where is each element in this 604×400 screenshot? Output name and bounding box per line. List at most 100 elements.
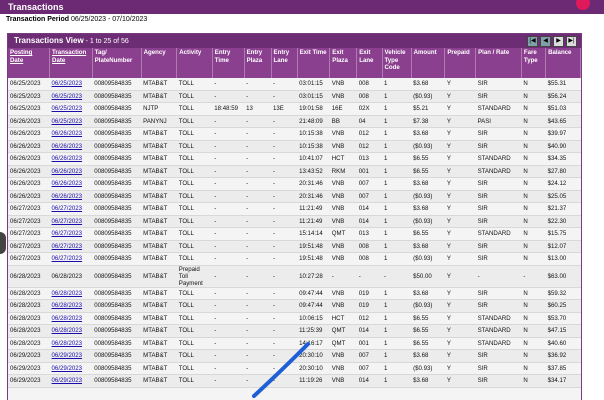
transaction-date-link[interactable]: 06/27/2023 xyxy=(49,240,93,253)
transaction-date-link[interactable]: 06/29/2023 xyxy=(49,349,93,363)
transaction-date-link[interactable]: 06/28/2023 xyxy=(49,324,93,338)
table-cell: 06/29/2023 xyxy=(8,374,50,388)
table-row: 06/25/2023 06/25/2023 00809584835 NJTP TOLL 1… xyxy=(8,102,581,116)
table-cell: - xyxy=(356,265,383,288)
table-cell: 00809584835 xyxy=(92,265,142,288)
table-cell: 1 xyxy=(382,115,412,128)
transaction-date-link[interactable]: 06/28/2023 xyxy=(49,312,93,325)
table-cell: - xyxy=(244,165,272,178)
column-header-label: Agency xyxy=(143,49,166,56)
transaction-date-link[interactable]: 06/26/2023 xyxy=(49,152,93,166)
table-row: 06/29/2023 06/29/2023 00809584835 MTAB&T TOL… xyxy=(8,349,581,363)
table-cell: MTAB&T xyxy=(141,202,177,216)
table-cell: 20:31:46 xyxy=(297,177,330,191)
table-cell: MTAB&T xyxy=(141,215,177,228)
table-cell: - xyxy=(244,287,272,300)
table-cell: TOLL xyxy=(176,152,213,166)
table-cell: ($0.93) xyxy=(411,299,445,313)
table-cell: BB xyxy=(329,115,357,128)
transaction-date-link[interactable]: 06/25/2023 xyxy=(49,102,93,116)
last-page-icon[interactable]: ▶| xyxy=(566,36,577,47)
table-cell: STANDARD xyxy=(475,312,522,325)
table-cell: RKM xyxy=(329,165,357,178)
prev-page-icon[interactable]: ◀ xyxy=(540,36,551,47)
table-cell: Y xyxy=(444,287,476,300)
table-cell: $37.85 xyxy=(545,362,581,375)
table-cell: VNB xyxy=(329,90,357,103)
transaction-date-link[interactable]: 06/25/2023 xyxy=(49,90,93,103)
table-cell: 012 xyxy=(356,127,383,141)
table-cell: - xyxy=(244,299,272,313)
table-cell: ($0.93) xyxy=(411,252,445,266)
table-cell: 11:25:39 xyxy=(297,324,330,338)
table-cell: Y xyxy=(444,337,476,350)
table-cell: 007 xyxy=(356,362,383,375)
column-header-label: Exit Plaza xyxy=(332,49,348,64)
transactions-panel: Transactions View - 1 to 25 of 56 |◀ ◀ ▶… xyxy=(7,33,582,400)
table-cell: VNB xyxy=(329,299,357,313)
table-cell: 1 xyxy=(382,140,412,153)
table-cell: VNB xyxy=(329,202,357,216)
transaction-date-link[interactable]: 06/26/2023 xyxy=(49,127,93,141)
table-cell: - xyxy=(271,265,298,288)
transaction-date-link[interactable]: 06/29/2023 xyxy=(49,374,93,388)
table-cell: VNB xyxy=(329,190,357,203)
table-cell: 008 xyxy=(356,78,383,91)
table-body: 06/25/2023 06/25/2023 00809584835 MTAB&T TOL… xyxy=(8,78,581,388)
table-row: 06/28/2023 06/28/2023 00809584835 MTAB&T TOL… xyxy=(8,324,581,338)
table-cell: Y xyxy=(444,115,476,128)
table-cell: VNB xyxy=(329,349,357,363)
table-cell: VNB xyxy=(329,240,357,253)
table-cell: 1 xyxy=(382,127,412,141)
table-cell: 00809584835 xyxy=(92,312,142,325)
transaction-date-link[interactable]: 06/29/2023 xyxy=(49,362,93,375)
transaction-date-link[interactable]: 06/27/2023 xyxy=(49,227,93,241)
table-cell: - xyxy=(212,115,245,128)
table-cell: - xyxy=(212,299,245,313)
table-cell: MTAB&T xyxy=(141,140,177,153)
transaction-date-link[interactable]: 06/28/2023 xyxy=(49,337,93,350)
table-cell: - xyxy=(212,165,245,178)
table-cell: Y xyxy=(444,102,476,116)
table-cell: $6.55 xyxy=(411,324,445,338)
table-cell: Y xyxy=(444,312,476,325)
table-cell: - xyxy=(271,312,298,325)
table-cell: - xyxy=(271,152,298,166)
transaction-date-link[interactable]: 06/25/2023 xyxy=(49,78,93,91)
transaction-date-link[interactable]: 06/27/2023 xyxy=(49,202,93,216)
next-page-icon[interactable]: ▶ xyxy=(553,36,564,47)
transaction-date-link[interactable]: 06/27/2023 xyxy=(49,252,93,266)
table-cell: N xyxy=(521,252,546,266)
column-header-label: Entry Time xyxy=(214,49,231,64)
transaction-date-link[interactable]: 06/26/2023 xyxy=(49,140,93,153)
column-header-label: Prepaid xyxy=(447,49,470,56)
column-header-1[interactable]: Transaction Date xyxy=(49,48,93,78)
table-cell: 02X xyxy=(356,102,383,116)
transaction-date-link[interactable]: 06/26/2023 xyxy=(49,165,93,178)
side-handle-icon[interactable] xyxy=(0,232,6,254)
table-cell: Y xyxy=(444,252,476,266)
transaction-date-link[interactable]: 06/27/2023 xyxy=(49,215,93,228)
table-cell: 00809584835 xyxy=(92,349,142,363)
table-cell: - xyxy=(212,140,245,153)
table-cell: $6.55 xyxy=(411,152,445,166)
table-cell: VNB xyxy=(329,177,357,191)
table-cell: $13.00 xyxy=(545,252,581,266)
table-cell: 06/25/2023 xyxy=(8,78,50,91)
table-cell: 00809584835 xyxy=(92,152,142,166)
table-cell: - xyxy=(244,240,272,253)
first-page-icon[interactable]: |◀ xyxy=(527,36,538,47)
transaction-date-link[interactable]: 06/28/2023 xyxy=(49,299,93,313)
table-cell: SIR xyxy=(475,127,522,141)
transaction-date-link[interactable]: 06/26/2023 xyxy=(49,177,93,191)
transaction-date-link[interactable]: 06/28/2023 xyxy=(49,287,93,300)
table-cell: 012 xyxy=(356,140,383,153)
transaction-date-link[interactable]: 06/25/2023 xyxy=(49,115,93,128)
column-header-9: Exit Plaza xyxy=(329,48,358,78)
transaction-date-link[interactable]: 06/26/2023 xyxy=(49,190,93,203)
table-cell: N xyxy=(521,240,546,253)
table-cell: PANYNJ xyxy=(141,115,177,128)
column-header-0[interactable]: Posting Date xyxy=(8,48,51,78)
table-cell: 21:48:09 xyxy=(297,115,330,128)
column-header-10: Exit Lane xyxy=(356,48,383,78)
